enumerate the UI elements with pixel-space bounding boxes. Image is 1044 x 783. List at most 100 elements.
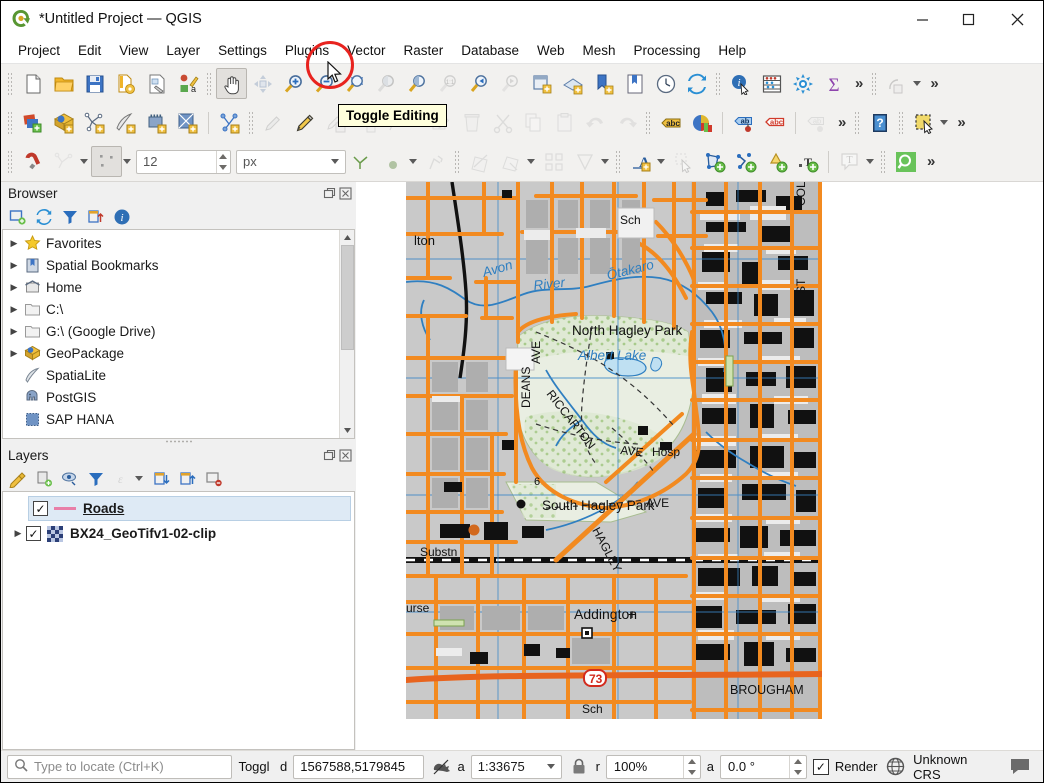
- multi-edit-icon[interactable]: T: [792, 146, 823, 177]
- open-project-icon[interactable]: [48, 68, 79, 99]
- float-panel-icon[interactable]: [323, 449, 336, 462]
- toolbar-handle[interactable]: [454, 150, 461, 174]
- refresh-icon[interactable]: [681, 68, 712, 99]
- snapping-units-select[interactable]: px: [236, 150, 346, 174]
- pan-map-icon[interactable]: [216, 68, 247, 99]
- stepper-up[interactable]: [790, 756, 806, 767]
- copy-features-icon[interactable]: [518, 107, 549, 138]
- toolbar-handle[interactable]: [7, 72, 14, 96]
- chevron-down-icon[interactable]: [80, 159, 88, 164]
- add-line-feature-icon[interactable]: [730, 146, 761, 177]
- style-manager-icon[interactable]: a: [172, 68, 203, 99]
- temporal-controller-icon[interactable]: [650, 68, 681, 99]
- browser-item-g-drive[interactable]: ▶ G:\ (Google Drive): [3, 320, 339, 342]
- filter-legend-by-expression-icon[interactable]: ε: [111, 468, 132, 489]
- zoom-native-resolution-icon[interactable]: 1:1: [433, 68, 464, 99]
- expand-arrow-icon[interactable]: ▶: [7, 348, 21, 359]
- enable-snapping-icon[interactable]: [17, 146, 48, 177]
- message-bubble-icon[interactable]: [1003, 757, 1037, 776]
- cut-features-icon[interactable]: [487, 107, 518, 138]
- chevron-down-icon[interactable]: [913, 81, 921, 86]
- expand-arrow-icon[interactable]: ▶: [7, 326, 21, 337]
- browser-item-spatialite[interactable]: SpatiaLite: [3, 364, 339, 386]
- coordinate-field[interactable]: 1567588,5179845: [293, 755, 424, 779]
- layer-visibility-checkbox[interactable]: ✓: [26, 526, 41, 541]
- toolbar-overflow-1[interactable]: »: [849, 75, 868, 92]
- close-panel-icon[interactable]: [339, 187, 352, 200]
- collapse-all-icon[interactable]: [85, 206, 106, 227]
- redo-icon[interactable]: [611, 107, 642, 138]
- menu-web[interactable]: Web: [528, 40, 574, 61]
- zoom-last-icon[interactable]: [464, 68, 495, 99]
- layer-labeling-options-icon[interactable]: abc: [655, 107, 686, 138]
- browser-item-postgis[interactable]: PostGIS: [3, 386, 339, 408]
- topological-editing-icon[interactable]: [346, 146, 377, 177]
- manage-map-themes-icon[interactable]: [59, 468, 80, 489]
- scrollbar-thumb[interactable]: [341, 245, 354, 350]
- move-label-icon[interactable]: ab: [801, 107, 832, 138]
- zoom-to-layer-icon[interactable]: [402, 68, 433, 99]
- add-point-feature-icon[interactable]: [761, 146, 792, 177]
- menu-project[interactable]: Project: [9, 40, 69, 61]
- enable-properties-widget-icon[interactable]: i: [111, 206, 132, 227]
- add-vector-layer-icon[interactable]: [17, 107, 48, 138]
- zoom-to-selection-icon[interactable]: [371, 68, 402, 99]
- refresh-icon[interactable]: [33, 206, 54, 227]
- snapping-tolerance-input[interactable]: [137, 151, 216, 173]
- toolbar-handle[interactable]: [715, 72, 722, 96]
- menu-processing[interactable]: Processing: [625, 40, 710, 61]
- toolbar-handle[interactable]: [7, 111, 14, 135]
- filter-browser-icon[interactable]: [59, 206, 80, 227]
- zoom-next-icon[interactable]: [495, 68, 526, 99]
- browser-item-favorites[interactable]: ▶ Favorites: [3, 232, 339, 254]
- map-render-area[interactable]: lton Sch Avon River Ōtakaro North Hagley…: [406, 182, 822, 719]
- toolbar-handle[interactable]: [248, 111, 255, 135]
- toolbar-overflow-3[interactable]: »: [921, 153, 940, 170]
- menu-raster[interactable]: Raster: [394, 40, 452, 61]
- chevron-down-icon[interactable]: [657, 159, 665, 164]
- maximize-button[interactable]: [945, 1, 991, 37]
- snapping-tolerance-stepper[interactable]: [136, 150, 231, 174]
- rotate-feature-icon[interactable]: A: [625, 146, 656, 177]
- toolbar-handle[interactable]: [898, 111, 905, 135]
- toolbar-overflow-2b[interactable]: »: [951, 114, 970, 131]
- show-bookmarks-icon[interactable]: [619, 68, 650, 99]
- chevron-down-icon[interactable]: [135, 476, 143, 481]
- toggle-extents-icon[interactable]: [430, 758, 452, 776]
- add-selected-layers-icon[interactable]: [7, 206, 28, 227]
- options-icon[interactable]: [787, 68, 818, 99]
- save-project-as-icon[interactable]: [110, 68, 141, 99]
- add-postgis-layer-icon[interactable]: [141, 107, 172, 138]
- layer-row-roads[interactable]: ✓ Roads: [28, 496, 351, 521]
- snapping-mode-icon[interactable]: [48, 146, 79, 177]
- globe-icon[interactable]: [883, 757, 907, 776]
- add-group-icon[interactable]: [33, 468, 54, 489]
- scrollbar-track[interactable]: [340, 245, 355, 423]
- rotation-stepper[interactable]: 0.0 °: [720, 755, 807, 779]
- toolbar-handle[interactable]: [880, 150, 887, 174]
- menu-view[interactable]: View: [110, 40, 157, 61]
- stepper-buttons[interactable]: [789, 756, 806, 778]
- stepper-buttons[interactable]: [683, 756, 700, 778]
- paste-features-icon[interactable]: [549, 107, 580, 138]
- stepper-down[interactable]: [217, 162, 230, 173]
- show-hide-labels-icon[interactable]: abc: [759, 107, 790, 138]
- current-edits-icon[interactable]: [258, 107, 289, 138]
- toolbar-handle[interactable]: [7, 150, 14, 174]
- magnifier-stepper[interactable]: 100%: [606, 755, 701, 779]
- self-snapping-icon[interactable]: [420, 146, 451, 177]
- browser-item-sap-hana[interactable]: SAP HANA: [3, 408, 339, 430]
- split-features-icon[interactable]: [538, 146, 569, 177]
- browser-item-spatial-bookmarks[interactable]: ▶ Spatial Bookmarks: [3, 254, 339, 276]
- undo-icon[interactable]: [580, 107, 611, 138]
- add-mesh-layer-icon[interactable]: [79, 107, 110, 138]
- chevron-down-icon[interactable]: [527, 159, 535, 164]
- browser-item-c-drive[interactable]: ▶ C:\: [3, 298, 339, 320]
- layer-diagram-options-icon[interactable]: [686, 107, 717, 138]
- chevron-down-icon[interactable]: [940, 120, 948, 125]
- filter-legend-icon[interactable]: [85, 468, 106, 489]
- merge-features-icon[interactable]: [569, 146, 600, 177]
- menu-mesh[interactable]: Mesh: [574, 40, 625, 61]
- lock-scale-icon[interactable]: [568, 758, 590, 775]
- move-feature-icon[interactable]: [668, 146, 699, 177]
